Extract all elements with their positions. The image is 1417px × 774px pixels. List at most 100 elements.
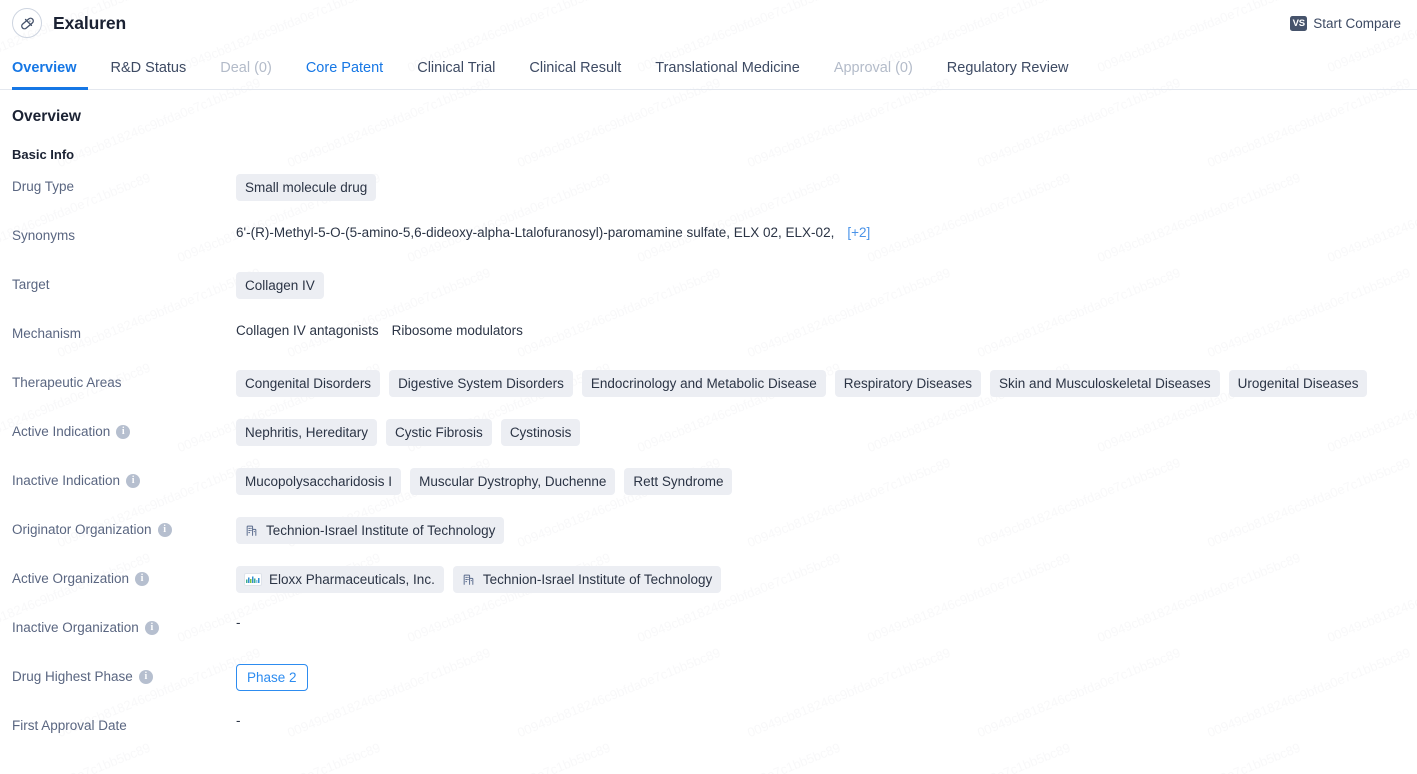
tab-label: Translational Medicine [655,59,800,76]
field-row-inactive-indication: Inactive Indication i Mucopolysaccharido… [12,468,1405,517]
chip-therapeutic-area[interactable]: Skin and Musculoskeletal Diseases [990,370,1220,397]
field-label-drug-highest-phase: Drug Highest Phase i [12,664,236,686]
tab-deal-0[interactable]: Deal (0) [203,46,289,89]
chip-inactive-indication[interactable]: Muscular Dystrophy, Duchenne [410,468,616,495]
chip-organization[interactable]: Technion-Israel Institute of Technology [452,566,722,593]
tab-label: Approval (0) [833,59,913,76]
field-value-drug-highest-phase: Phase 2 [236,664,1405,691]
field-value-target: Collagen IV [236,272,1405,299]
tab-overview[interactable]: Overview [12,46,94,90]
field-label-originator-organization: Originator Organization i [12,517,236,539]
field-label-drug-type: Drug Type [12,174,236,196]
chip-active-indication[interactable]: Cystic Fibrosis [386,419,492,446]
info-icon[interactable]: i [144,621,159,635]
mechanism-item: Ribosome modulators [391,323,523,338]
field-row-target: Target Collagen IV [12,272,1405,321]
field-value-synonyms: 6'-(R)-Methyl-5-O-(5-amino-5,6-dideoxy-a… [236,223,1405,242]
field-label-mechanism: Mechanism [12,321,236,343]
drug-brand: Exaluren [12,8,126,38]
synonyms-text: 6'-(R)-Methyl-5-O-(5-amino-5,6-dideoxy-a… [236,225,835,240]
field-label-text: Active Organization [12,571,130,586]
field-label-inactive-organization: Inactive Organization i [12,615,236,637]
field-label-text: Inactive Indication [12,473,121,488]
status-badge-phase[interactable]: Phase 2 [236,664,308,691]
field-label-inactive-indication: Inactive Indication i [12,468,236,490]
info-icon[interactable]: i [126,474,141,488]
chip-active-indication[interactable]: Nephritis, Hereditary [236,419,378,446]
field-row-therapeutic-areas: Therapeutic Areas Congenital Disorders Di… [12,370,1405,419]
chip-drug-type[interactable]: Small molecule drug [236,174,377,201]
first-approval-date-value: - [236,713,241,728]
mechanism-list: Collagen IV antagonists Ribosome modulato… [236,321,523,340]
info-icon[interactable]: i [157,523,172,537]
tab-regulatory-review[interactable]: Regulatory Review [930,46,1086,89]
tab-label: Core Patent [305,59,384,76]
inactive-organization-value: - [236,615,241,630]
tab-r-d-status[interactable]: R&D Status [94,46,204,89]
tab-clinical-trial[interactable]: Clinical Trial [400,46,512,89]
chip-therapeutic-area[interactable]: Congenital Disorders [236,370,381,397]
tab-translational-medicine[interactable]: Translational Medicine [638,46,817,89]
chip-target[interactable]: Collagen IV [236,272,324,299]
field-value-active-indication: Nephritis, Hereditary Cystic Fibrosis Cyst… [236,419,1405,446]
chip-therapeutic-area[interactable]: Digestive System Disorders [389,370,573,397]
info-icon[interactable]: i [116,425,131,439]
tab-label: R&D Status [110,59,187,76]
tab-label: Regulatory Review [946,59,1069,76]
field-row-drug-highest-phase: Drug Highest Phase i Phase 2 [12,664,1405,713]
chip-active-indication[interactable]: Cystinosis [500,419,581,446]
tab-label: Clinical Result [529,59,622,76]
field-value-active-organization: Eloxx Pharmaceuticals, Inc. Technion-Isra… [236,566,1405,593]
chip-organization[interactable]: Technion-Israel Institute of Technology [236,517,505,544]
field-value-drug-type: Small molecule drug [236,174,1405,201]
info-icon[interactable]: i [138,670,153,684]
field-label-text: Therapeutic Areas [12,375,122,390]
organization-name: Eloxx Pharmaceuticals, Inc. [269,572,435,587]
app-header: Exaluren VS Start Compare [0,0,1417,46]
mechanism-item: Collagen IV antagonists [236,323,379,338]
field-row-synonyms: Synonyms 6'-(R)-Methyl-5-O-(5-amino-5,6-… [12,223,1405,272]
info-icon[interactable]: i [135,572,150,586]
field-label-text: Inactive Organization [12,620,139,635]
chip-therapeutic-area[interactable]: Respiratory Diseases [834,370,982,397]
field-row-originator-organization: Originator Organization i Technion-Israe… [12,517,1405,566]
overview-content: Overview Basic Info Drug Type Small mole… [0,90,1417,762]
tab-label: Deal (0) [220,59,272,76]
tab-label: Overview [12,59,77,76]
field-value-inactive-organization: - [236,615,1405,630]
tab-core-patent[interactable]: Core Patent [289,46,400,89]
field-label-target: Target [12,272,236,294]
start-compare-button[interactable]: VS Start Compare [1286,13,1405,34]
chip-inactive-indication[interactable]: Mucopolysaccharidosis I [236,468,402,495]
chip-therapeutic-area[interactable]: Urogenital Diseases [1228,370,1368,397]
chip-organization[interactable]: Eloxx Pharmaceuticals, Inc. [236,566,444,593]
start-compare-label: Start Compare [1313,15,1401,31]
chip-inactive-indication[interactable]: Rett Syndrome [624,468,733,495]
field-row-mechanism: Mechanism Collagen IV antagonists Ribosom… [12,321,1405,370]
field-value-mechanism: Collagen IV antagonists Ribosome modulato… [236,321,1405,340]
field-label-text: Originator Organization [12,522,152,537]
organization-name: Technion-Israel Institute of Technology [266,523,496,538]
institution-icon [244,523,259,538]
field-row-active-organization: Active Organization i Eloxx Pharmaceutic… [12,566,1405,615]
field-label-text: Drug Type [12,179,75,194]
field-label-text: Target [12,277,50,292]
field-label-active-organization: Active Organization i [12,566,236,588]
header-actions: VS Start Compare [1286,13,1405,34]
tab-clinical-result[interactable]: Clinical Result [512,46,638,89]
field-label-active-indication: Active Indication i [12,419,236,441]
tab-label: Clinical Trial [417,59,496,76]
organization-name: Technion-Israel Institute of Technology [482,572,713,587]
tab-approval-0[interactable]: Approval (0) [817,46,930,89]
field-label-synonyms: Synonyms [12,223,236,245]
field-label-text: Drug Highest Phase [12,669,133,684]
chip-therapeutic-area[interactable]: Endocrinology and Metabolic Disease [581,370,826,397]
field-label-therapeutic-areas: Therapeutic Areas [12,370,236,392]
synonyms-more-link[interactable]: [+2] [847,225,870,240]
subsection-title-basic-info: Basic Info [12,147,75,162]
field-label-text: Synonyms [12,228,76,243]
field-label-first-approval-date: First Approval Date [12,713,236,735]
vs-icon: VS [1290,15,1308,31]
institution-icon [461,572,476,587]
page-title: Exaluren [53,12,127,33]
